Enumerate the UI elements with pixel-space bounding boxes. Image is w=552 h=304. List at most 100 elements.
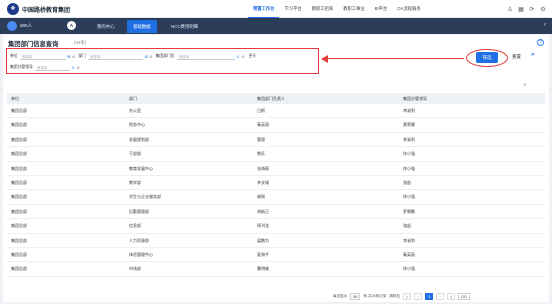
- clear-icon[interactable]: ⊘: [76, 65, 79, 70]
- table-row[interactable]: 集团总部 市场部 曹明雍 徐小强: [7, 262, 545, 277]
- cell-dept: 信息部: [129, 223, 141, 229]
- cell-owner: 谢周: [257, 194, 265, 200]
- reset-button[interactable]: 重置: [512, 54, 521, 60]
- pagination: 每页显示 50 条,共34条记录 跳转至 |‹ ‹ 1 › ›| GO: [333, 292, 470, 300]
- cell-owner: 曹明雍: [257, 266, 269, 272]
- cell-owner: 秦英丽: [257, 122, 269, 128]
- top-nav-item-workbench[interactable]: 预置工作台: [248, 0, 280, 18]
- tab-basic-data[interactable]: 基础数据: [127, 20, 157, 33]
- cell-leader: 徐小强: [403, 194, 415, 200]
- double-chevron-right-icon[interactable]: »: [531, 52, 534, 58]
- top-nav-item-learning[interactable]: 学习平台: [279, 0, 306, 18]
- tab-ncc-expense[interactable]: NCC费用明细: [165, 20, 204, 33]
- jump-to-label: 跳转至: [389, 293, 401, 298]
- last-page-icon[interactable]: ›|: [447, 292, 456, 300]
- first-page-icon[interactable]: |‹: [403, 292, 412, 300]
- settings-gear-icon[interactable]: ⚙: [539, 5, 547, 13]
- cell-leader: 黄荣娜: [403, 122, 415, 128]
- next-page-icon[interactable]: ›: [436, 292, 445, 300]
- cell-dept: 市场部: [129, 266, 141, 272]
- user-icon[interactable]: ♙: [506, 5, 514, 13]
- table-row[interactable]: 集团总部 信息部 周刊龙 张起: [7, 219, 545, 234]
- select-tree-icon[interactable]: ⊞: [144, 54, 147, 59]
- per-page-label: 每页显示: [333, 293, 348, 298]
- filter-row-2: 集团分管领导 请选择 ♙ ⊘: [7, 63, 80, 72]
- column-header-dept[interactable]: 部门: [125, 93, 253, 104]
- clear-icon[interactable]: ⊘: [241, 54, 244, 59]
- unit-filter-label: 单位: [10, 54, 18, 58]
- table-row[interactable]: 集团总部 教育发展中心 张海燕 徐小强: [7, 162, 545, 176]
- avatar[interactable]: [7, 21, 17, 31]
- cell-leader: 秦英丽: [403, 251, 415, 257]
- cell-dept: 人力资源部: [129, 237, 149, 243]
- table-row[interactable]: 集团总部 发展规划部 管理 李淑利: [7, 133, 545, 148]
- cell-owner: 熊氏: [257, 151, 265, 157]
- top-nav-item-oa[interactable]: OA流程服务: [392, 0, 425, 18]
- prev-page-icon[interactable]: ‹: [414, 292, 423, 300]
- leader-filter-input[interactable]: 请选择: [34, 65, 70, 71]
- per-page-select[interactable]: 50: [350, 292, 361, 300]
- cell-leader: 徐小强: [403, 165, 415, 171]
- table-row[interactable]: 集团总部 干部部 熊氏 徐小强: [7, 147, 545, 162]
- current-page-button[interactable]: 1: [425, 292, 434, 300]
- cell-unit: 集团总部: [11, 194, 27, 200]
- cell-leader: 徐小强: [403, 151, 415, 157]
- table-row[interactable]: 集团总部 体验管理中心 夏海平 秦英丽: [7, 248, 545, 263]
- leader-filter-label: 集团分管领导: [10, 65, 33, 69]
- grid-icon[interactable]: ▦: [517, 5, 525, 13]
- home-icon[interactable]: A: [67, 21, 76, 30]
- tab-scroll-left-icon[interactable]: ‹: [544, 22, 546, 28]
- owner-filter-input[interactable]: 请选择: [176, 54, 235, 60]
- cell-unit: 集团总部: [11, 223, 27, 229]
- cell-unit: 集团总部: [11, 237, 27, 243]
- cell-owner: 管理: [257, 136, 265, 142]
- cell-unit: 集团总部: [11, 179, 27, 185]
- filter-button[interactable]: 筛选: [476, 52, 498, 63]
- unit-filter-input[interactable]: 请选择: [19, 54, 66, 60]
- cell-owner: 周刊龙: [257, 223, 269, 229]
- person-select-icon[interactable]: ♙: [236, 54, 240, 59]
- go-button[interactable]: GO: [458, 292, 470, 300]
- chevron-down-icon[interactable]: ∨: [523, 82, 527, 88]
- main-panel: 集团部门信息查询 (34条) ? 单位 请选择 ⊞ ⊘ 部门 请选择 ⊞ ⊘ 集…: [3, 35, 549, 302]
- cell-owner: 张海燕: [257, 165, 269, 171]
- table-body: 集团总部 办公室 日斯 李淑利 集团总部 财务中心 秦英丽 黄荣娜 集团总部 发展规划部 管理 李淑利…: [7, 104, 545, 277]
- table-row[interactable]: 集团总部 财务中心 秦英丽 黄荣娜: [7, 118, 545, 133]
- record-count: (34条): [74, 40, 87, 45]
- dept-filter-label: 部门: [78, 54, 86, 58]
- filter-area: 单位 请选择 ⊞ ⊘ 部门 请选择 ⊞ ⊘ 集团部门负 请选择 ♙ ⊘ 更多 集…: [6, 48, 319, 74]
- dept-filter-input[interactable]: 请选择: [87, 54, 143, 60]
- table-row[interactable]: 集团总部 学生与企业服务部 谢周 徐小强: [7, 190, 545, 205]
- table-row[interactable]: 集团总部 教学部 李长城 张起: [7, 176, 545, 191]
- cell-dept: 学生与企业服务部: [129, 194, 161, 200]
- refresh-icon[interactable]: ⟳: [528, 5, 536, 13]
- cell-owner: 李长城: [257, 179, 269, 185]
- table-row[interactable]: 集团总部 办公室 日斯 李淑利: [7, 104, 545, 119]
- annotation-arrow-head: [321, 54, 328, 63]
- top-nav-item-recruiting[interactable]: 教职工招商: [307, 0, 338, 18]
- select-tree-icon[interactable]: ⊞: [67, 54, 70, 59]
- cell-unit: 集团总部: [11, 136, 27, 142]
- top-header: ❖ 中国路桥教育集团 预置工作台 学习平台 教职工招商 教职工事业 BI平台 O…: [0, 0, 552, 18]
- help-icon[interactable]: ?: [537, 39, 544, 46]
- total-records-label: 条,共34条记录: [363, 293, 387, 298]
- user-count: 886人: [20, 23, 33, 28]
- clear-icon[interactable]: ⊘: [149, 54, 152, 59]
- column-header-leader[interactable]: 集团分管领导: [399, 93, 545, 104]
- cell-dept: 干部部: [129, 151, 141, 157]
- cell-dept: 体验管理中心: [129, 251, 153, 257]
- table-row[interactable]: 集团总部 后勤管理部 胡新正 罗朝鹏: [7, 205, 545, 220]
- tab-my-center[interactable]: 我的中心: [91, 20, 121, 33]
- top-nav-item-bi[interactable]: BI平台: [370, 0, 393, 18]
- table-row[interactable]: 集团总部 人力资源部 梁鹏为 李淑利: [7, 234, 545, 248]
- filter-row-1: 单位 请选择 ⊞ ⊘ 部门 请选择 ⊞ ⊘ 集团部门负 请选择 ♙ ⊘ 更多: [7, 52, 256, 61]
- cell-dept: 教学部: [129, 179, 141, 185]
- clear-icon[interactable]: ⊘: [72, 54, 75, 59]
- column-header-owner[interactable]: 集团部门负责人: [253, 93, 399, 104]
- top-nav-item-staff-affairs[interactable]: 教职工事业: [338, 0, 369, 18]
- cell-dept: 后勤管理部: [129, 208, 149, 214]
- person-select-icon[interactable]: ♙: [71, 65, 75, 70]
- cell-leader: 张起: [403, 223, 411, 229]
- column-header-unit[interactable]: 单位: [7, 93, 125, 104]
- more-filters-toggle[interactable]: 更多: [249, 54, 257, 59]
